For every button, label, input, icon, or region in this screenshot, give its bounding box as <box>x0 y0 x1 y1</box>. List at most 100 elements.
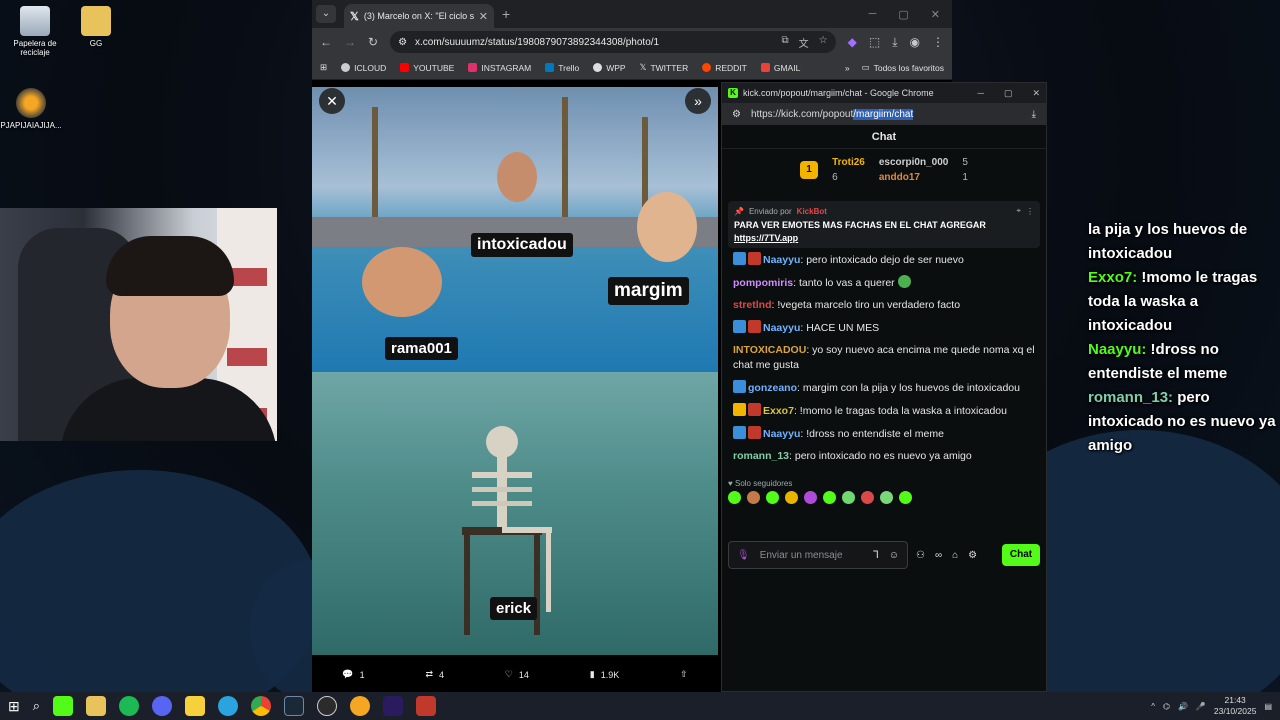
obs-icon[interactable] <box>317 696 338 716</box>
video-editor-icon[interactable] <box>416 696 437 716</box>
kick-app-icon[interactable] <box>53 696 74 716</box>
kick-maximize-button[interactable]: ▢ <box>1004 88 1013 99</box>
profile-avatar[interactable]: ◉ <box>910 35 920 49</box>
expand-sidebar-button[interactable]: » <box>685 88 711 114</box>
file-explorer-icon[interactable] <box>86 696 107 716</box>
pinned-menu-icon[interactable]: ⋮ <box>1026 207 1034 216</box>
emoji-icon[interactable]: ☺ <box>889 550 899 561</box>
bookmark-instagram[interactable]: INSTAGRAM <box>468 63 531 73</box>
emote-icon[interactable] <box>785 491 798 504</box>
bookmark-youtube[interactable]: YOUTUBE <box>400 63 454 73</box>
bookmark-star-icon[interactable]: ☆ <box>819 35 828 50</box>
reply-button[interactable]: 💬 1 <box>342 669 364 680</box>
bookmark-icloud[interactable]: ICLOUD <box>341 63 386 73</box>
kick-address-bar[interactable]: ⚙ https://kick.com/popout/margiim/chat ⤓ <box>722 103 1046 125</box>
like-button[interactable]: ♡ 14 <box>505 669 529 680</box>
desktop-icon-recycle-bin[interactable]: Papelera de reciclaje <box>0 6 70 57</box>
emote-icon[interactable] <box>861 491 874 504</box>
tray-overflow-icon[interactable]: ^ <box>1151 702 1155 711</box>
telegram-icon[interactable] <box>218 696 239 716</box>
fl-studio-taskbar-icon[interactable] <box>350 696 371 716</box>
bookmark-trello[interactable]: Trello <box>545 63 579 73</box>
emote-icon[interactable] <box>728 491 741 504</box>
bookmark-gmail[interactable]: GMAIL <box>760 63 800 73</box>
install-icon[interactable]: ⧉ <box>782 35 789 50</box>
store-icon[interactable]: ⌂ <box>952 550 958 561</box>
steam-icon[interactable] <box>284 696 305 716</box>
chrome-icon[interactable] <box>251 696 272 716</box>
tab-search-button[interactable]: ⌄ <box>316 5 336 23</box>
pinned-link[interactable]: https://7TV.app <box>734 233 1034 243</box>
leader-third-name[interactable]: anddo17 <box>879 172 949 183</box>
emote-icon[interactable] <box>899 491 912 504</box>
spotify-icon[interactable] <box>119 696 140 716</box>
network-icon[interactable]: ⌬ <box>1163 702 1170 711</box>
all-bookmarks-folder[interactable]: ▭ Todos los favoritos <box>862 62 944 73</box>
send-chat-button[interactable]: Chat <box>1002 544 1040 566</box>
emote-icon[interactable] <box>747 491 760 504</box>
emote-icon[interactable] <box>804 491 817 504</box>
bookmark-twitter[interactable]: 𝕏 TWITTER <box>640 62 689 73</box>
leader-second-name[interactable]: escorpi0n_000 <box>879 157 949 168</box>
chat-message-input[interactable]: 🎙 Enviar un mensaje ⅂ ☺ <box>728 541 908 569</box>
bookmark-reddit[interactable]: REDDIT <box>702 63 747 73</box>
forward-button[interactable]: → <box>344 35 356 49</box>
bookmark-wpp[interactable]: WPP <box>593 63 626 73</box>
leader-first-name[interactable]: Troti26 <box>832 157 865 168</box>
sticky-notes-icon[interactable] <box>185 696 206 716</box>
emote-icon[interactable] <box>880 491 893 504</box>
microphone-icon[interactable]: 🎤 <box>1196 702 1206 711</box>
discord-icon[interactable] <box>152 696 173 716</box>
chat-username[interactable]: gonzeano <box>748 382 797 394</box>
share-button[interactable]: ⇧ <box>680 669 688 680</box>
tab-close-icon[interactable]: ✕ <box>479 10 488 23</box>
unpin-icon[interactable]: ⌖ <box>1016 206 1021 216</box>
pinned-bot-name[interactable]: KickBot <box>797 207 827 216</box>
premiere-icon[interactable] <box>383 696 404 716</box>
emote-icon[interactable] <box>823 491 836 504</box>
desktop-icon-fl-studio[interactable]: PJAPIJAIAJIJA... <box>0 88 66 130</box>
chat-username[interactable]: Naayyu <box>763 428 800 440</box>
chat-username[interactable]: Naayyu <box>763 322 800 334</box>
microphone-icon[interactable]: 🎙 <box>737 550 750 561</box>
back-button[interactable]: ← <box>320 35 332 49</box>
chat-username[interactable]: Exxo7 <box>763 405 794 417</box>
reload-button[interactable]: ↻ <box>368 35 378 49</box>
close-photo-button[interactable]: ✕ <box>319 88 345 114</box>
download-icon[interactable]: ⤓ <box>892 35 897 50</box>
users-icon[interactable]: ⚇ <box>916 550 925 561</box>
apps-grid-icon[interactable]: ⊞ <box>320 62 327 73</box>
new-tab-button[interactable]: + <box>502 6 510 22</box>
emote-icon[interactable] <box>842 491 855 504</box>
chat-username[interactable]: Naayyu <box>763 254 800 266</box>
notifications-icon[interactable]: ▤ <box>1264 702 1272 711</box>
kick-close-button[interactable]: ✕ <box>1032 88 1040 99</box>
emote-icon[interactable] <box>766 491 779 504</box>
search-icon[interactable]: ⌕ <box>33 698 40 714</box>
repost-button[interactable]: ⇄ 4 <box>425 669 444 680</box>
site-info-icon[interactable]: ⚙ <box>398 37 407 48</box>
tab-x-post[interactable]: 𝕏 (3) Marcelo on X: "El ciclo se rep ✕ <box>344 4 494 28</box>
clock[interactable]: 21:43 23/10/2025 <box>1214 695 1257 717</box>
address-bar[interactable]: ⚙ x.com/suuuumz/status/19808790738923443… <box>390 31 836 53</box>
extensions-puzzle-icon[interactable]: ⬚ <box>869 35 880 49</box>
close-window-button[interactable]: ✕ <box>931 8 940 21</box>
chat-username[interactable]: romann_13 <box>733 450 789 462</box>
volume-icon[interactable]: 🔊 <box>1178 702 1188 711</box>
translate-icon[interactable]: 文 <box>799 35 809 50</box>
kick-minimize-button[interactable]: ─ <box>978 88 984 99</box>
minimize-button[interactable]: ─ <box>869 8 877 21</box>
chat-username[interactable]: pompomiris <box>733 277 793 289</box>
extension-icon[interactable]: ◆ <box>848 35 857 49</box>
7tv-icon[interactable]: ⅂ <box>873 550 879 561</box>
maximize-button[interactable]: ▢ <box>898 8 908 21</box>
download-icon[interactable]: ⤓ <box>1032 109 1036 120</box>
windows-start-icon[interactable]: ⊞ <box>8 698 20 715</box>
desktop-icon-gg[interactable]: GG <box>61 6 131 48</box>
chat-username[interactable]: stretlnd <box>733 299 772 311</box>
site-info-icon[interactable]: ⚙ <box>732 109 741 120</box>
infinity-icon[interactable]: ∞ <box>935 550 942 561</box>
views-button[interactable]: ▮ 1.9K <box>590 669 619 680</box>
menu-kebab-icon[interactable]: ⋮ <box>932 35 944 49</box>
settings-gear-icon[interactable]: ⚙ <box>968 550 977 561</box>
